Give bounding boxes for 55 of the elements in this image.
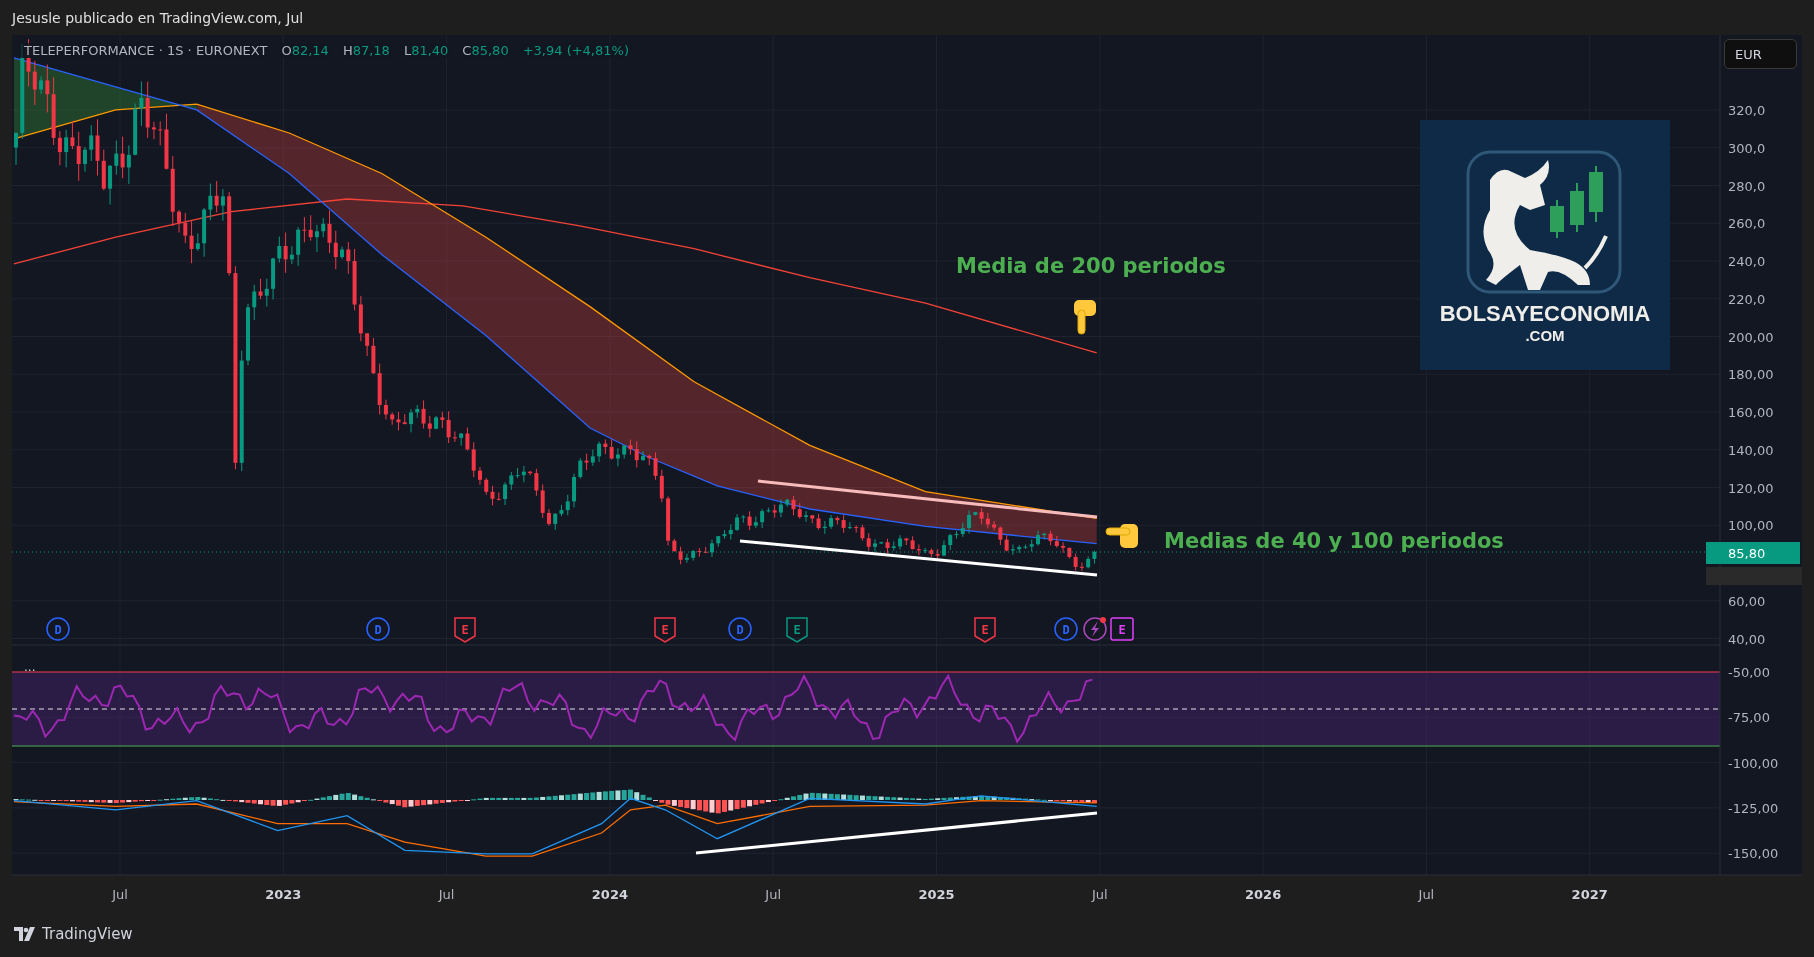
dividend-marker[interactable]: D [1054,617,1078,641]
price-tick-label: 140,00 [1728,442,1774,458]
tradingview-logo-icon [14,926,36,941]
price-tick-label: 120,00 [1728,480,1774,496]
price-tick-label: 40,00 [1728,631,1766,647]
logo-domain: .COM [1525,327,1565,344]
pointing-hand-icon [1105,524,1138,548]
symbol-label: TELEPERFORMANCE · 1S · EURONEXT [22,43,270,58]
time-tick-label: Jul [438,887,455,902]
indicator-tick-label: -125,00 [1728,800,1779,816]
price-tick-label: 220,0 [1728,291,1766,307]
earnings-marker[interactable]: E [786,617,808,643]
dividend-marker[interactable]: D [46,617,70,641]
indicator-tick-label: -150,00 [1728,846,1779,862]
currency-button[interactable]: EUR [1724,39,1797,69]
time-tick-label: 2023 [265,887,302,902]
price-tick-label: 260,0 [1728,216,1766,232]
time-tick-label: 2026 [1245,887,1282,902]
time-tick-label: Jul [1418,887,1435,902]
price-scale[interactable] [1720,35,1802,875]
time-tick-label: Jul [765,887,782,902]
time-tick-label: 2024 [591,887,628,902]
indicator-tick-label: -75,00 [1728,710,1770,726]
earnings-marker[interactable]: E [654,617,676,643]
price-tick-label: 280,0 [1728,178,1766,194]
publication-title: Jesusle publicado en TradingView.com, Jul [12,9,304,26]
price-tick-label: 320,0 [1728,103,1766,118]
time-tick-label: Jul [112,887,128,902]
earnings-marker[interactable]: E [1110,617,1134,641]
time-tick-label: 2025 [918,887,955,902]
price-tick-label: 300,0 [1728,140,1766,156]
lightning-marker-icon[interactable] [1083,617,1107,641]
dividend-marker[interactable]: D [366,617,390,641]
price-tick-label: 100,00 [1728,518,1774,534]
pointing-hand-icon [1074,300,1096,335]
earnings-marker[interactable]: E [454,617,476,643]
earnings-marker[interactable]: E [974,617,996,643]
brand-name: TradingView [42,924,133,943]
indicator-tick-label: -100,00 [1728,755,1779,771]
price-tick-label: 180,00 [1728,367,1774,383]
time-tick-label: Jul [1091,887,1108,902]
annotation-text: Medias de 40 y 100 periodos [1164,529,1504,553]
ohlc-value: O82,14 [279,43,331,58]
last-price-text: 85,80 [1728,546,1766,561]
price-tick-label: 60,00 [1728,593,1766,609]
time-tick-label: 2027 [1571,887,1608,902]
logo-wordmark: BOLSAYECONOMIA [1439,301,1651,326]
pane-menu-button[interactable]: ... [24,660,36,674]
price-tick-label: 200,00 [1728,329,1774,345]
dividend-marker[interactable]: D [728,617,752,641]
price-tick-label: 240,0 [1728,254,1766,269]
price-tick-label: 160,00 [1728,405,1774,420]
ohlc-value: C85,80 [460,43,511,58]
indicator-tick-label: -50,00 [1728,665,1770,680]
annotation-text: Media de 200 periodos [956,254,1226,278]
